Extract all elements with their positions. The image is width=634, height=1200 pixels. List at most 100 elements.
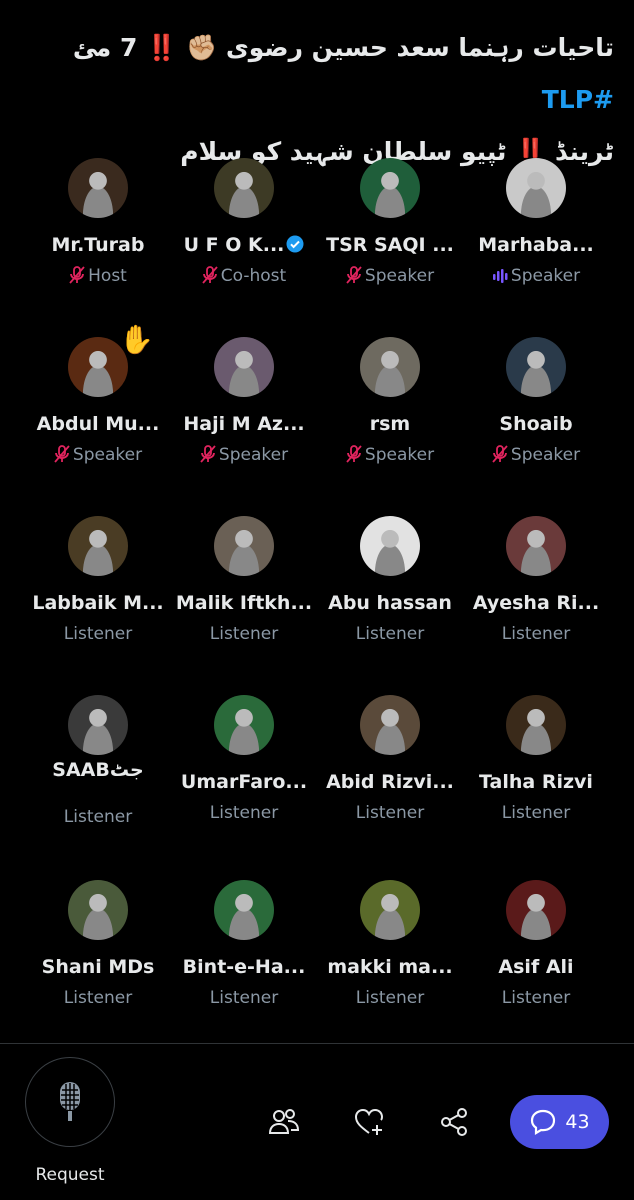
space-title: تاحیات رہنما سعد حسین رضوی ✊🏼 ‼️ 7 مئ #T…	[24, 22, 614, 178]
participant-role: Listener	[317, 988, 463, 1008]
participant-name-text: Mr.Turab	[51, 234, 145, 256]
avatar[interactable]	[214, 516, 274, 576]
mic-off-icon	[492, 445, 508, 463]
hashtag-link[interactable]: #TLP	[542, 85, 614, 114]
role-text: Listener	[209, 624, 279, 644]
avatar[interactable]	[360, 516, 420, 576]
role-text: Speaker	[510, 266, 581, 286]
participant-name: TSR SAQI ...	[317, 234, 463, 256]
role-text: Speaker	[364, 445, 435, 465]
role-text: Listener	[355, 624, 425, 644]
heart-plus-icon[interactable]	[353, 1106, 385, 1138]
participant-name: Abu hassan	[317, 592, 463, 614]
participant-role: Listener	[171, 803, 317, 823]
role-text: Listener	[501, 988, 571, 1008]
people-icon[interactable]	[268, 1106, 300, 1138]
role-text: Listener	[63, 624, 133, 644]
avatar[interactable]	[506, 158, 566, 218]
participant-name-text: Shoaib	[499, 413, 573, 435]
participant-role: Host	[25, 266, 171, 286]
avatar[interactable]	[68, 516, 128, 576]
mic-off-icon	[202, 266, 218, 284]
chat-count: 43	[565, 1111, 590, 1133]
participant-name: Malik Iftkh...	[171, 592, 317, 614]
participant-role: Co-host	[171, 266, 317, 286]
participant-name-text: U F O K...	[183, 234, 285, 256]
participant-name: makki ma...	[317, 956, 463, 978]
participant-name-text: Abu hassan	[328, 592, 452, 614]
microphone-icon	[60, 1082, 80, 1121]
participant-name-text: SAABجٹ	[52, 759, 144, 781]
avatar[interactable]	[214, 695, 274, 755]
participant-name-text: Bint-e-Ha...	[182, 956, 306, 978]
participant-name: Talha Rizvi	[463, 771, 609, 793]
role-text: Listener	[355, 803, 425, 823]
participant-role: Listener	[25, 624, 171, 644]
mic-off-icon	[346, 445, 362, 463]
role-text: Listener	[63, 988, 133, 1008]
mic-off-icon	[54, 445, 70, 463]
participant-name: Ayesha Ri...	[463, 592, 609, 614]
chat-button[interactable]: 43	[510, 1095, 609, 1149]
role-text: Speaker	[510, 445, 581, 465]
avatar[interactable]	[360, 158, 420, 218]
footer-divider	[0, 1043, 634, 1044]
participant-role: Listener	[463, 624, 609, 644]
participant-name-text: rsm	[369, 413, 411, 435]
speaking-icon	[492, 269, 508, 283]
participant-name-text: Abid Rizvi...	[326, 771, 454, 793]
avatar[interactable]	[68, 695, 128, 755]
participant-name: Bint-e-Ha...	[171, 956, 317, 978]
avatar[interactable]	[214, 337, 274, 397]
participant-name: rsm	[317, 413, 463, 435]
participant-name-text: Abdul Mu...	[36, 413, 160, 435]
participant-name-text: Marhaba...	[478, 234, 594, 256]
verified-badge-icon	[286, 235, 304, 253]
title-line2-prefix: ٹرینڈ	[555, 137, 614, 166]
request-mic-button[interactable]	[25, 1057, 115, 1147]
avatar[interactable]	[506, 337, 566, 397]
avatar[interactable]	[214, 158, 274, 218]
role-text: Speaker	[364, 266, 435, 286]
role-text: Speaker	[218, 445, 289, 465]
participant-name: Abid Rizvi...	[317, 771, 463, 793]
participant-role: Speaker	[171, 445, 317, 465]
share-icon[interactable]	[438, 1106, 470, 1138]
participant-name-text: Labbaik M...	[32, 592, 164, 614]
avatar[interactable]	[68, 158, 128, 218]
chat-bubble-icon	[531, 1109, 556, 1135]
avatar[interactable]	[506, 516, 566, 576]
participant-role: Speaker	[317, 266, 463, 286]
participant-name: Shoaib	[463, 413, 609, 435]
mic-off-icon	[69, 266, 85, 284]
participant-role: Speaker	[463, 445, 609, 465]
fist-emoji: ✊🏼	[185, 33, 218, 62]
participant-name-text: TSR SAQI ...	[326, 234, 454, 256]
participant-name-text: UmarFaro...	[180, 771, 308, 793]
avatar[interactable]	[506, 695, 566, 755]
avatar[interactable]	[68, 880, 128, 940]
exclamation-emoji: ‼️	[146, 33, 178, 62]
participant-role: Listener	[171, 624, 317, 644]
avatar[interactable]	[506, 880, 566, 940]
avatar[interactable]	[360, 337, 420, 397]
participant-name: Abdul Mu...	[25, 413, 171, 435]
mic-off-icon	[200, 445, 216, 463]
participant-name-text: Asif Ali	[498, 956, 574, 978]
participant-name-text: Talha Rizvi	[479, 771, 593, 793]
participant-name: Asif Ali	[463, 956, 609, 978]
role-text: Co-host	[220, 266, 287, 286]
avatar[interactable]	[214, 880, 274, 940]
title-line1-suffix: 7 مئ	[72, 33, 138, 62]
role-text: Listener	[63, 807, 133, 827]
role-text: Listener	[501, 803, 571, 823]
participant-name: UmarFaro...	[171, 771, 317, 793]
role-text: Listener	[355, 988, 425, 1008]
participant-role: Listener	[25, 988, 171, 1008]
role-text: Listener	[209, 803, 279, 823]
participant-role: Listener	[317, 803, 463, 823]
participant-name: Marhaba...	[463, 234, 609, 256]
participant-role: Listener	[463, 988, 609, 1008]
avatar[interactable]	[360, 695, 420, 755]
avatar[interactable]	[360, 880, 420, 940]
